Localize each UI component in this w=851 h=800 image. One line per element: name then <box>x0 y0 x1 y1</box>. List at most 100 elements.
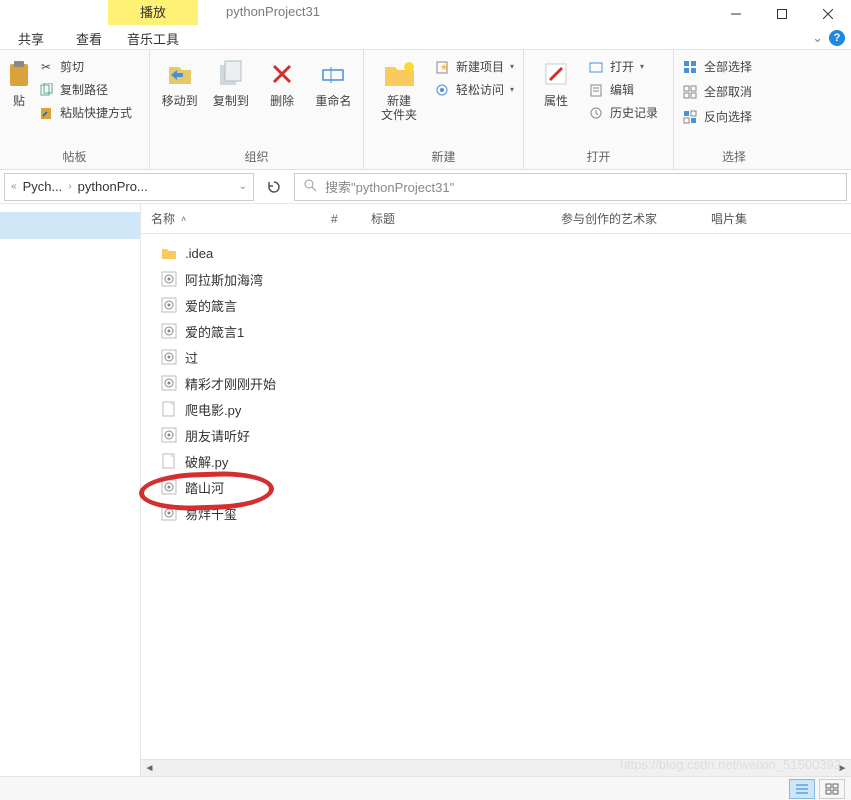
view-tab[interactable]: 查看 <box>60 29 118 48</box>
properties-label: 属性 <box>544 94 568 108</box>
audio-file-icon <box>161 505 177 521</box>
maximize-button[interactable] <box>759 0 805 28</box>
history-button[interactable]: 历史记录 <box>588 102 658 123</box>
file-list: .idea 阿拉斯加海湾爱的箴言爱的箴言1过精彩才刚刚开始爬电影.py 朋友请听好破… <box>141 234 851 532</box>
copy-to-button[interactable]: 复制到 <box>209 56 252 108</box>
copy-path-icon <box>38 82 54 98</box>
audio-file-icon <box>161 323 177 339</box>
ribbon-collapse-icon[interactable]: ⌄ <box>812 30 823 46</box>
search-icon <box>303 178 317 195</box>
cut-button[interactable]: ✂ 剪切 <box>38 56 132 77</box>
open-button[interactable]: 打开 ▾ <box>588 56 658 77</box>
new-folder-button[interactable]: 新建 文件夹 <box>372 56 426 122</box>
file-name: .idea <box>185 246 213 261</box>
navigation-pane[interactable] <box>0 204 141 776</box>
file-row[interactable]: 爱的箴言1 <box>141 318 851 344</box>
file-icon <box>161 401 177 417</box>
copy-path-button[interactable]: 复制路径 <box>38 79 132 100</box>
scroll-left-icon[interactable]: ◄ <box>141 760 158 777</box>
easy-access-button[interactable]: 轻松访问 ▾ <box>434 79 514 100</box>
audio-file-icon <box>161 271 177 287</box>
file-name: 破解.py <box>185 452 228 471</box>
rename-button[interactable]: 重命名 <box>312 56 355 108</box>
play-tab[interactable]: 播放 <box>108 0 198 25</box>
horizontal-scrollbar[interactable]: ◄ ► <box>141 759 851 776</box>
clipboard-icon <box>3 58 35 90</box>
file-row[interactable]: 易烊千玺 <box>141 500 851 526</box>
file-row[interactable]: 踏山河 <box>141 474 851 500</box>
file-row[interactable]: 爬电影.py <box>141 396 851 422</box>
paste-label: 贴 <box>13 94 25 108</box>
new-item-label: 新建项目 <box>456 58 504 75</box>
help-icon[interactable]: ? <box>829 30 845 46</box>
minimize-button[interactable] <box>713 0 759 28</box>
select-none-button[interactable]: 全部取消 <box>682 81 752 102</box>
column-album[interactable]: 唱片集 <box>701 210 771 227</box>
file-name: 踏山河 <box>185 478 224 497</box>
audio-file-icon <box>161 427 177 443</box>
properties-button[interactable]: 属性 <box>532 56 580 108</box>
new-folder-icon <box>383 58 415 90</box>
sidebar-item-current[interactable] <box>0 212 140 239</box>
easy-access-label: 轻松访问 <box>456 81 504 98</box>
main-area: 名称 ˄ # 标题 参与创作的艺术家 唱片集 .idea 阿拉斯加海湾爱的箴言爱的… <box>0 204 851 776</box>
history-icon <box>588 105 604 121</box>
column-number[interactable]: # <box>321 212 361 226</box>
select-none-icon <box>682 84 698 100</box>
scroll-right-icon[interactable]: ► <box>834 760 851 777</box>
audio-file-icon <box>161 479 177 495</box>
file-row[interactable]: 爱的箴言 <box>141 292 851 318</box>
chevron-right-icon: › <box>66 181 73 192</box>
new-folder-label: 新建 文件夹 <box>381 94 417 122</box>
share-tab[interactable]: 共享 <box>2 29 60 48</box>
invert-selection-icon <box>682 109 698 125</box>
file-name: 精彩才刚刚开始 <box>185 374 276 393</box>
breadcrumb-prev-icon[interactable]: « <box>9 181 19 192</box>
folder-icon <box>161 245 177 261</box>
move-to-button[interactable]: 移动到 <box>158 56 201 108</box>
file-row[interactable]: .idea <box>141 240 851 266</box>
search-input[interactable]: 搜索"pythonProject31" <box>294 173 847 201</box>
file-row[interactable]: 阿拉斯加海湾 <box>141 266 851 292</box>
audio-file-icon <box>161 297 177 313</box>
file-name: 易烊千玺 <box>185 504 237 523</box>
move-to-icon <box>164 58 196 90</box>
column-title[interactable]: 标题 <box>361 210 551 227</box>
column-name-label: 名称 <box>151 210 175 227</box>
file-row[interactable]: 过 <box>141 344 851 370</box>
refresh-button[interactable] <box>260 173 288 201</box>
new-item-button[interactable]: ★ 新建项目 ▾ <box>434 56 514 77</box>
column-headers: 名称 ˄ # 标题 参与创作的艺术家 唱片集 <box>141 204 851 234</box>
open-group-label: 打开 <box>524 148 673 169</box>
search-placeholder: 搜索"pythonProject31" <box>325 177 454 196</box>
rename-icon <box>317 58 349 90</box>
delete-button[interactable]: 删除 <box>261 56 304 108</box>
close-button[interactable] <box>805 0 851 28</box>
edit-button[interactable]: 编辑 <box>588 79 658 100</box>
cut-label: 剪切 <box>60 58 84 75</box>
invert-selection-button[interactable]: 反向选择 <box>682 106 752 127</box>
file-row[interactable]: 精彩才刚刚开始 <box>141 370 851 396</box>
file-name: 阿拉斯加海湾 <box>185 270 263 289</box>
svg-text:★: ★ <box>440 62 448 72</box>
select-all-label: 全部选择 <box>704 58 752 75</box>
file-list-area: 名称 ˄ # 标题 参与创作的艺术家 唱片集 .idea 阿拉斯加海湾爱的箴言爱的… <box>141 204 851 776</box>
paste-button[interactable]: 贴 <box>8 56 30 108</box>
column-artist[interactable]: 参与创作的艺术家 <box>551 210 701 227</box>
audio-file-icon <box>161 375 177 391</box>
breadcrumb[interactable]: « Pych... › pythonPro... ⌄ <box>4 173 254 201</box>
paste-shortcut-label: 粘贴快捷方式 <box>60 104 132 121</box>
file-icon <box>161 453 177 469</box>
breadcrumb-seg-2[interactable]: pythonPro... <box>74 179 152 194</box>
open-icon <box>588 59 604 75</box>
new-group-label: 新建 <box>364 148 523 169</box>
file-row[interactable]: 破解.py <box>141 448 851 474</box>
file-row[interactable]: 朋友请听好 <box>141 422 851 448</box>
breadcrumb-seg-1[interactable]: Pych... <box>19 179 67 194</box>
breadcrumb-dropdown-icon[interactable]: ⌄ <box>237 181 249 192</box>
select-all-button[interactable]: 全部选择 <box>682 56 752 77</box>
file-name: 爬电影.py <box>185 400 241 419</box>
column-name[interactable]: 名称 ˄ <box>141 210 321 227</box>
paste-shortcut-button[interactable]: 粘贴快捷方式 <box>38 102 132 123</box>
edit-label: 编辑 <box>610 81 634 98</box>
